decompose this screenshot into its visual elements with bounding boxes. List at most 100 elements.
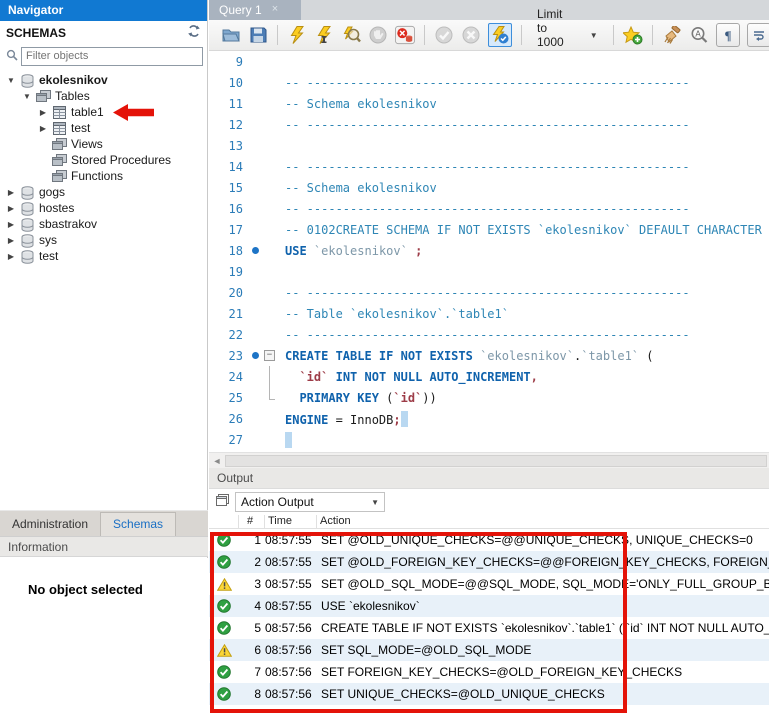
expand-closed-icon[interactable]: ▶ (6, 220, 16, 229)
code-line-20: 20-- -----------------------------------… (209, 282, 769, 303)
tree-item-tables[interactable]: ▼ Tables (0, 88, 207, 104)
line-marker-zone[interactable] (247, 282, 285, 303)
fold-icon[interactable]: − (264, 350, 275, 361)
code-text: -- -------------------------------------… (285, 328, 769, 342)
output-row-5[interactable]: 508:57:56CREATE TABLE IF NOT EXISTS `eko… (209, 617, 769, 639)
line-marker-zone[interactable] (247, 240, 285, 261)
line-marker-zone[interactable]: − (247, 345, 285, 366)
table-icon (52, 106, 67, 119)
line-marker-zone[interactable] (247, 303, 285, 324)
line-marker-zone[interactable] (247, 261, 285, 282)
line-marker-zone[interactable] (247, 135, 285, 156)
output-row-7[interactable]: 708:57:56SET FOREIGN_KEY_CHECKS=@OLD_FOR… (209, 661, 769, 683)
line-marker-zone[interactable] (247, 366, 285, 387)
line-marker-zone[interactable] (247, 324, 285, 345)
line-marker-zone[interactable] (247, 198, 285, 219)
code-text: PRIMARY KEY (`id`)) (285, 391, 769, 405)
warning-icon (209, 578, 239, 591)
row-time: 08:57:56 (265, 643, 321, 657)
tree-item-test[interactable]: ▶ test (0, 120, 207, 136)
line-marker-zone[interactable] (247, 219, 285, 240)
stacked-panels-icon (215, 494, 229, 511)
expand-closed-icon[interactable]: ▶ (6, 204, 16, 213)
sql-editor[interactable]: 910-- ----------------------------------… (209, 51, 769, 452)
row-time: 08:57:56 (265, 621, 321, 635)
tree-item-label: test (39, 249, 58, 263)
tree-item-label: Tables (55, 89, 90, 103)
expand-open-icon[interactable]: ▼ (6, 76, 16, 85)
line-number: 18 (209, 244, 247, 258)
code-text: `id` INT NOT NULL AUTO_INCREMENT, (285, 370, 769, 384)
line-marker-zone[interactable] (247, 387, 285, 408)
autocommit-toggle-icon[interactable] (488, 23, 512, 47)
sidebar-tab-administration[interactable]: Administration (0, 513, 100, 536)
tree-item-views[interactable]: Views (0, 136, 207, 152)
rollback-icon[interactable] (461, 25, 481, 45)
line-number: 22 (209, 328, 247, 342)
tab-query-1[interactable]: Query 1 × (209, 0, 301, 20)
line-number: 16 (209, 202, 247, 216)
beautify-icon[interactable] (662, 25, 682, 45)
line-marker-zone[interactable] (247, 177, 285, 198)
find-icon[interactable]: A (689, 25, 709, 45)
wrap-button[interactable] (747, 23, 769, 47)
output-row-4[interactable]: 408:57:55USE `ekolesnikov` (209, 595, 769, 617)
line-marker-zone[interactable] (247, 114, 285, 135)
expand-closed-icon[interactable]: ▶ (38, 124, 48, 133)
warning-icon (209, 644, 239, 657)
tree-item-test[interactable]: ▶ test (0, 248, 207, 264)
tree-item-sys[interactable]: ▶sys (0, 232, 207, 248)
tree-item-gogs[interactable]: ▶gogs (0, 184, 207, 200)
line-marker-zone[interactable] (247, 72, 285, 93)
line-marker-zone[interactable] (247, 156, 285, 177)
save-icon[interactable] (248, 25, 268, 45)
tree-item-label: test (71, 121, 90, 135)
sidebar-tab-schemas[interactable]: Schemas (100, 512, 176, 536)
tree-item-hostes[interactable]: ▶hostes (0, 200, 207, 216)
expand-open-icon[interactable]: ▼ (22, 92, 32, 101)
open-file-icon[interactable] (221, 25, 241, 45)
commit-icon[interactable] (434, 25, 454, 45)
tree-item-table1[interactable]: ▶table1 (0, 104, 207, 120)
navigator-panel: Navigator SCHEMAS ▼ekolesnikov▼Tables▶ta… (0, 0, 208, 717)
row-action: CREATE TABLE IF NOT EXISTS `ekolesnikov`… (321, 621, 769, 635)
expand-closed-icon[interactable]: ▶ (6, 188, 16, 197)
tree-item-sbastrakov[interactable]: ▶sbastrakov (0, 216, 207, 232)
output-type-select[interactable]: Action Output ▼ (235, 492, 385, 512)
fold-line-end (269, 399, 275, 400)
line-marker-zone[interactable] (247, 408, 285, 429)
pilcrow-button[interactable]: ¶ (716, 23, 740, 47)
line-marker-zone[interactable] (247, 429, 285, 450)
scroll-left-icon[interactable]: ◄ (209, 456, 225, 466)
output-row-8[interactable]: 808:57:56SET UNIQUE_CHECKS=@OLD_UNIQUE_C… (209, 683, 769, 705)
tables-icon (52, 138, 67, 151)
output-row-3[interactable]: 308:57:55SET @OLD_SQL_MODE=@@SQL_MODE, S… (209, 573, 769, 595)
stop-icon[interactable] (368, 25, 388, 45)
information-panel-title: Information (0, 536, 208, 557)
expand-closed-icon[interactable]: ▶ (38, 108, 48, 117)
expand-closed-icon[interactable]: ▶ (6, 236, 16, 245)
execute-current-icon[interactable] (314, 25, 334, 45)
filter-input[interactable] (21, 47, 203, 66)
schemas-section-header: SCHEMAS (0, 21, 207, 44)
scrollbar-thumb[interactable] (225, 455, 767, 467)
horizontal-scrollbar[interactable]: ◄ (209, 452, 769, 468)
explain-icon[interactable] (341, 25, 361, 45)
tree-item-stored-procedures[interactable]: Stored Procedures (0, 152, 207, 168)
refresh-icon[interactable] (187, 25, 201, 40)
output-row-6[interactable]: 608:57:56SET SQL_MODE=@OLD_SQL_MODE (209, 639, 769, 661)
output-row-2[interactable]: 208:57:55SET @OLD_FOREIGN_KEY_CHECKS=@@F… (209, 551, 769, 573)
line-marker-zone[interactable] (247, 51, 285, 72)
execute-icon[interactable] (287, 25, 307, 45)
line-number: 13 (209, 139, 247, 153)
toolbar-separator (277, 25, 278, 45)
close-tab-icon[interactable]: × (272, 3, 278, 20)
stop-on-error-icon[interactable] (395, 25, 415, 45)
line-marker-zone[interactable] (247, 93, 285, 114)
add-snippet-icon[interactable] (623, 25, 643, 45)
tree-item-functions[interactable]: Functions (0, 168, 207, 184)
column-status (209, 515, 239, 528)
tree-item-ekolesnikov[interactable]: ▼ekolesnikov (0, 72, 207, 88)
output-row-1[interactable]: 108:57:55SET @OLD_UNIQUE_CHECKS=@@UNIQUE… (209, 529, 769, 551)
expand-closed-icon[interactable]: ▶ (6, 252, 16, 261)
